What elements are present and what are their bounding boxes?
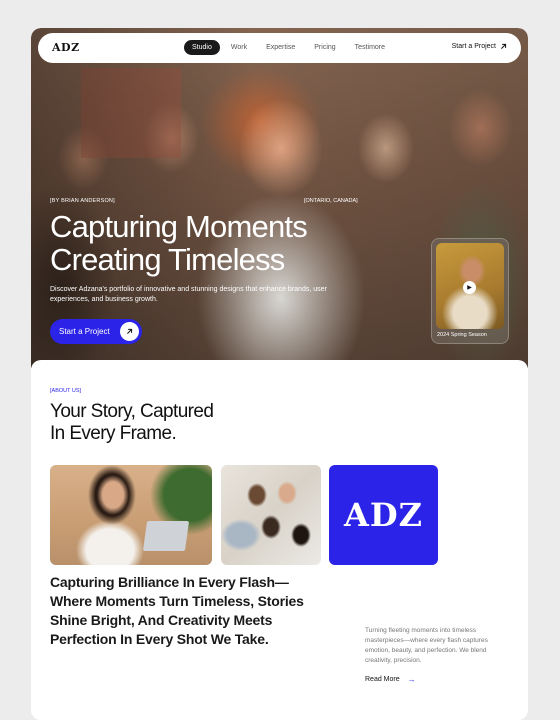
start-project-button[interactable]: Start a Project [50, 319, 142, 344]
hero-description: Discover Adzana's portfolio of innovativ… [50, 286, 327, 303]
nav-link-pricing[interactable]: Pricing [306, 40, 343, 55]
hero-title-line1: Capturing Moments [50, 209, 308, 244]
top-nav: ADZ Studio Work Expertise Pricing Testim… [38, 33, 521, 63]
about-title-line1: Your Story, Captured [50, 401, 214, 422]
adz-logo-text: ADZ [344, 496, 423, 534]
nav-link-studio[interactable]: Studio [184, 40, 220, 55]
read-more-label: Read More [365, 676, 400, 683]
about-title: Your Story, Captured In Every Frame. [50, 401, 310, 445]
photo-group-lying [221, 465, 321, 565]
about-tagline: Capturing Brilliance In Every Flash—Wher… [50, 574, 304, 647]
read-more-link[interactable]: Read More → [365, 675, 416, 684]
hero-author: [BY BRIAN ANDERSON] [50, 198, 115, 204]
nav-cta-label: Start a Project [451, 43, 496, 50]
hero-location: [ONTARIO, CANADA] [304, 198, 358, 204]
start-project-label: Start a Project [59, 327, 110, 336]
nav-start-project-link[interactable]: Start a Project [452, 43, 507, 50]
hero-content: [BY BRIAN ANDERSON] [ONTARIO, CANADA] Ca… [31, 28, 528, 368]
play-icon[interactable]: ▶ [463, 281, 476, 294]
video-thumbnail: ▶ [436, 243, 504, 329]
adz-logo-tile: ADZ [329, 465, 438, 565]
page-card: ADZ Studio Work Expertise Pricing Testim… [31, 28, 528, 720]
arrow-right-icon: → [407, 675, 416, 684]
video-caption: 2024 Spring Season [437, 332, 487, 338]
hero-title-line2: Creating Timeless [50, 242, 285, 277]
nav-link-expertise[interactable]: Expertise [258, 40, 303, 55]
about-title-line2: In Every Frame. [50, 423, 177, 444]
arrow-up-right-icon [120, 322, 139, 341]
logo[interactable]: ADZ [52, 41, 80, 54]
about-section: [ABOUT US] Your Story, Captured In Every… [31, 360, 528, 720]
nav-links: Studio Work Expertise Pricing Testimore [184, 40, 396, 55]
video-card[interactable]: ▶ 2024 Spring Season [431, 238, 509, 344]
nav-link-testimore[interactable]: Testimore [347, 40, 393, 55]
photo-woman-laptop [50, 465, 212, 565]
about-label: [ABOUT US] [50, 388, 82, 394]
hero-section: ADZ Studio Work Expertise Pricing Testim… [31, 28, 528, 368]
about-side-text: Turning fleeting moments into timeless m… [365, 627, 488, 664]
hero-title: Capturing Moments Creating Timeless [50, 210, 370, 276]
nav-link-work[interactable]: Work [223, 40, 255, 55]
arrow-up-right-icon [501, 43, 507, 49]
